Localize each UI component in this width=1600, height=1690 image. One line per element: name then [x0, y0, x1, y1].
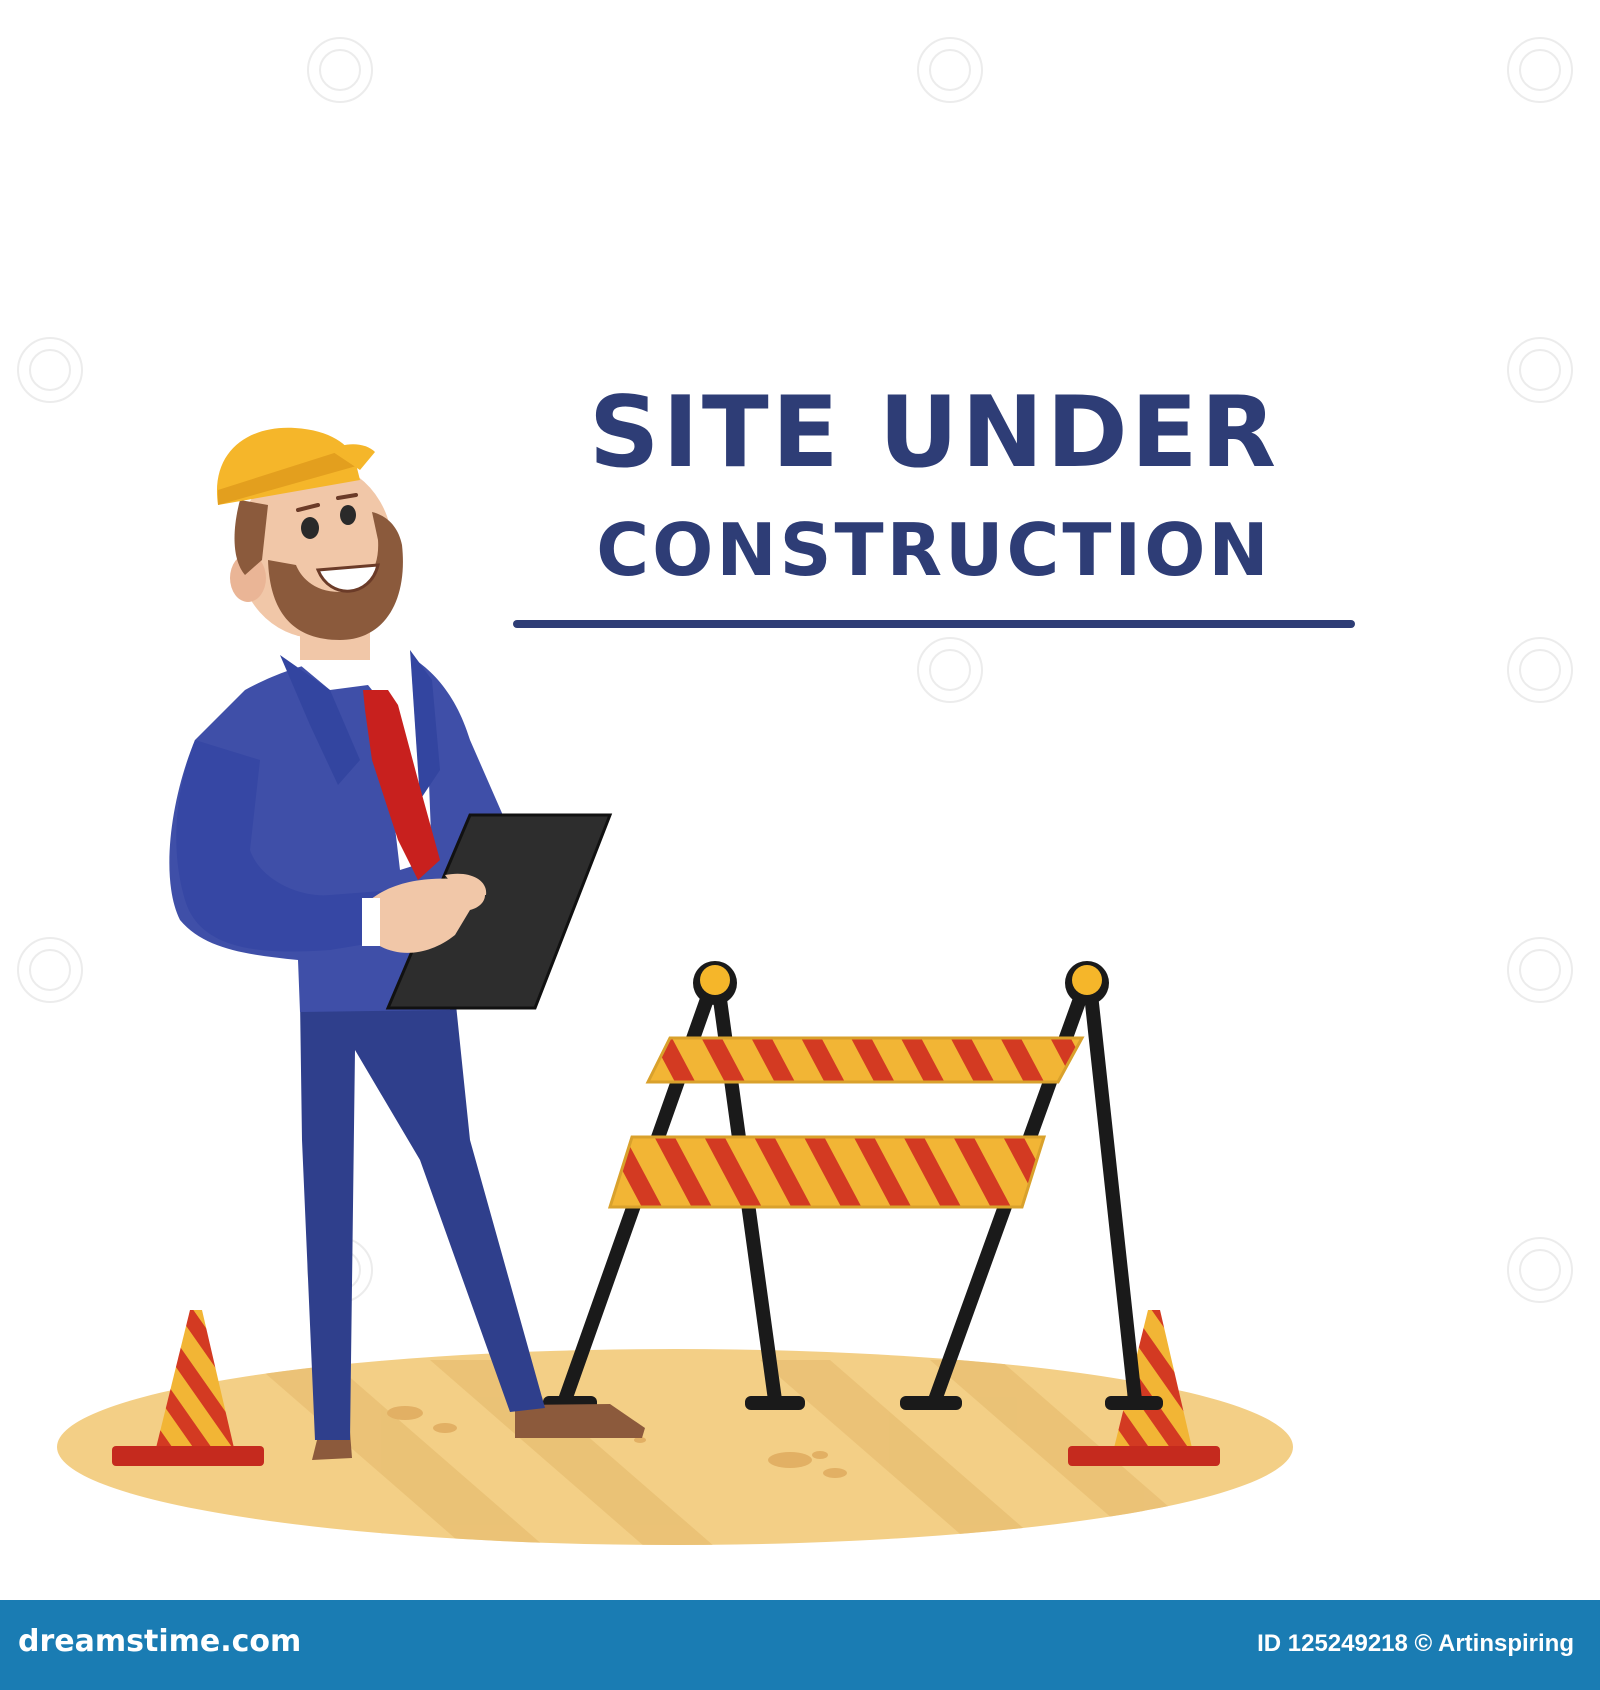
page-title: SITE UNDER: [588, 376, 1280, 490]
barrier-illustration: [543, 961, 1163, 1410]
illustration-scene: [17, 37, 1573, 1545]
watermark-footer: dreamstime.com ID 125249218 © Artinspiri…: [0, 1600, 1600, 1690]
title-divider: [513, 620, 1355, 628]
watermark-swirl-icon: [17, 37, 1573, 1303]
image-credit: ID 125249218 © Artinspiring: [1257, 1630, 1574, 1657]
page-subtitle: CONSTRUCTION: [596, 508, 1272, 592]
watermark-site-label: dreamstime.com: [18, 1624, 302, 1659]
